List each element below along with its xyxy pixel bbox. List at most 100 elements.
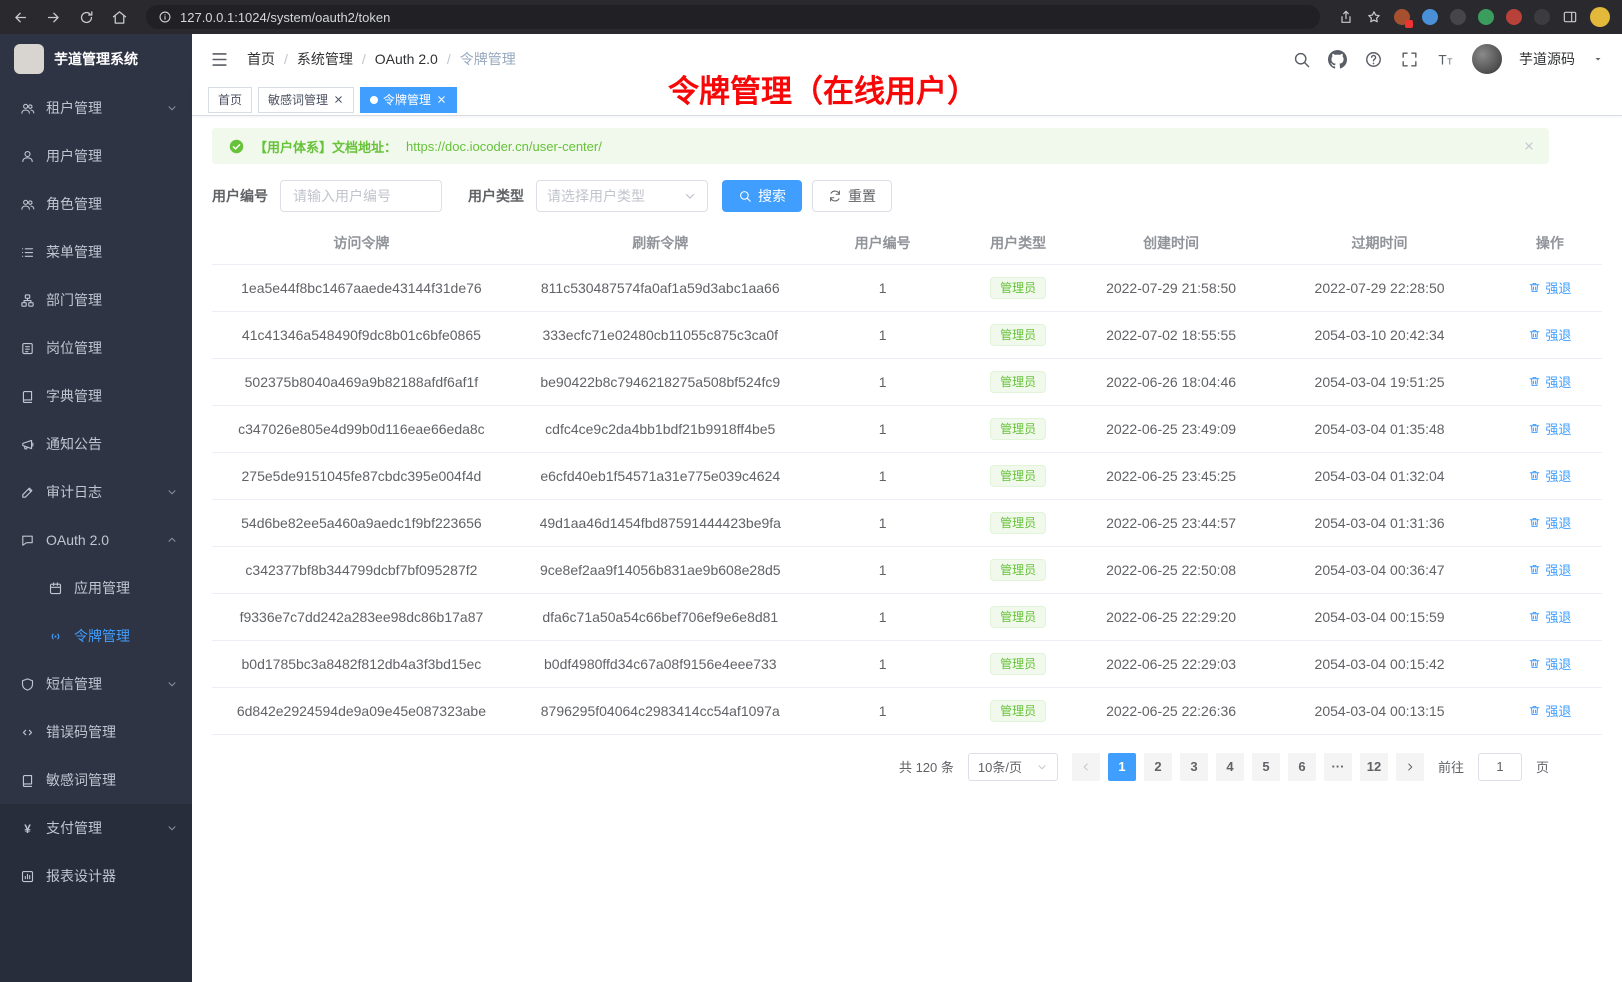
tab-label: 首页 — [218, 91, 242, 108]
user-type-cell: 管理员 — [956, 405, 1081, 452]
pagination-more-button[interactable]: ··· — [1324, 753, 1352, 781]
user-type-tag: 管理员 — [990, 324, 1046, 346]
close-icon[interactable] — [333, 94, 344, 105]
home-icon[interactable] — [111, 9, 128, 26]
sidebar-item-role[interactable]: 角色管理 — [0, 180, 192, 228]
user-type-tag: 管理员 — [990, 512, 1046, 534]
tab-home[interactable]: 首页 — [208, 87, 252, 113]
force-logout-button[interactable]: 强退 — [1528, 372, 1571, 391]
breadcrumb-item-oauth2[interactable]: OAuth 2.0 — [375, 51, 438, 67]
breadcrumb-item-system[interactable]: 系统管理 — [297, 49, 353, 69]
address-bar[interactable]: 127.0.0.1:1024/system/oauth2/token — [146, 5, 1320, 29]
page-button-4[interactable]: 4 — [1216, 753, 1244, 781]
sidebar-item-error-code[interactable]: 错误码管理 — [0, 708, 192, 756]
browser-profile-avatar[interactable] — [1590, 7, 1610, 27]
sidebar-fold-icon[interactable] — [210, 50, 229, 69]
force-logout-button[interactable]: 强退 — [1528, 607, 1571, 626]
refresh-token-cell: 333ecfc71e02480cb11055c875c3ca0f — [511, 311, 810, 358]
page-button-6[interactable]: 6 — [1288, 753, 1316, 781]
sidebar-item-sms[interactable]: 短信管理 — [0, 660, 192, 708]
sidebar-item-label: 岗位管理 — [46, 338, 178, 358]
sidebar-item-label: OAuth 2.0 — [46, 532, 155, 548]
force-logout-button[interactable]: 强退 — [1528, 466, 1571, 485]
success-check-icon — [228, 138, 245, 155]
user-type-cell: 管理员 — [956, 687, 1081, 734]
tab-token-management[interactable]: 令牌管理 — [360, 87, 457, 113]
split-view-icon[interactable] — [1562, 9, 1578, 25]
chevron-up-icon — [166, 534, 178, 546]
search-icon[interactable] — [1292, 50, 1311, 69]
goto-page-input[interactable] — [1478, 753, 1522, 781]
force-logout-label: 强退 — [1545, 372, 1571, 391]
extension-gray-icon[interactable] — [1534, 9, 1550, 25]
breadcrumb-item-home[interactable]: 首页 — [247, 49, 275, 69]
sidebar-item-oauth2-token[interactable]: 令牌管理 — [0, 612, 192, 660]
back-icon[interactable] — [12, 9, 29, 26]
sidebar-item-dept[interactable]: 部门管理 — [0, 276, 192, 324]
tab-sensitive-word[interactable]: 敏感词管理 — [258, 87, 354, 113]
user-id-input[interactable] — [280, 180, 442, 212]
sidebar-item-user[interactable]: 用户管理 — [0, 132, 192, 180]
sidebar-item-sensitive-word[interactable]: 敏感词管理 — [0, 756, 192, 804]
search-button[interactable]: 搜索 — [722, 180, 802, 212]
extension-blue-icon[interactable] — [1422, 9, 1438, 25]
page-button-12[interactable]: 12 — [1360, 753, 1388, 781]
user-type-select[interactable]: 请选择用户类型 — [536, 180, 708, 212]
user-avatar[interactable] — [1472, 44, 1502, 74]
table-row: 6d842e2924594de9a09e45e087323abe 8796295… — [212, 687, 1602, 734]
force-logout-button[interactable]: 强退 — [1528, 560, 1571, 579]
sidebar-item-oauth2-app[interactable]: 应用管理 — [0, 564, 192, 612]
extension-dark-icon[interactable] — [1450, 9, 1466, 25]
next-page-button[interactable] — [1396, 753, 1424, 781]
force-logout-button[interactable]: 强退 — [1528, 654, 1571, 673]
github-icon[interactable] — [1328, 50, 1347, 69]
forward-icon[interactable] — [45, 9, 62, 26]
help-icon[interactable] — [1364, 50, 1383, 69]
sidebar-item-report-designer[interactable]: 报表设计器 — [0, 852, 192, 900]
extension-badge-icon[interactable] — [1394, 9, 1410, 25]
col-created-time: 创建时间 — [1081, 222, 1262, 264]
reload-icon[interactable] — [78, 9, 95, 26]
force-logout-button[interactable]: 强退 — [1528, 278, 1571, 297]
breadcrumb-separator: / — [284, 51, 288, 67]
user-id-cell: 1 — [810, 358, 956, 405]
extension-green-icon[interactable] — [1478, 9, 1494, 25]
app-logo-row[interactable]: 芋道管理系统 — [0, 34, 192, 84]
sidebar-item-tenant[interactable]: 租户管理 — [0, 84, 192, 132]
alert-close-icon[interactable] — [1523, 140, 1535, 152]
sidebar-item-menu[interactable]: 菜单管理 — [0, 228, 192, 276]
page-button-5[interactable]: 5 — [1252, 753, 1280, 781]
sidebar-item-notice[interactable]: 通知公告 — [0, 420, 192, 468]
search-form: 用户编号 用户类型 请选择用户类型 搜索 重置 — [212, 180, 1602, 212]
doc-link[interactable]: https://doc.iocoder.cn/user-center/ — [406, 139, 602, 154]
page-size-select[interactable]: 10条/页 — [968, 753, 1058, 781]
prev-page-button[interactable] — [1072, 753, 1100, 781]
signal-icon — [48, 629, 63, 644]
extension-red-icon[interactable] — [1506, 9, 1522, 25]
user-menu-caret-icon[interactable] — [1592, 53, 1604, 65]
share-icon[interactable] — [1338, 9, 1354, 25]
force-logout-button[interactable]: 强退 — [1528, 701, 1571, 720]
site-info-icon[interactable] — [158, 10, 172, 24]
sidebar-item-pay[interactable]: 支付管理 — [0, 804, 192, 852]
sidebar-item-post[interactable]: 岗位管理 — [0, 324, 192, 372]
fullscreen-icon[interactable] — [1400, 50, 1419, 69]
star-icon[interactable] — [1366, 9, 1382, 25]
user-name[interactable]: 芋道源码 — [1519, 49, 1575, 69]
font-size-icon[interactable] — [1436, 50, 1455, 69]
access-token-cell: 41c41346a548490f9dc8b01c6bfe0865 — [212, 311, 511, 358]
page-button-2[interactable]: 2 — [1144, 753, 1172, 781]
sidebar-item-label: 租户管理 — [46, 98, 155, 118]
force-logout-button[interactable]: 强退 — [1528, 419, 1571, 438]
user-id-cell: 1 — [810, 499, 956, 546]
page-button-1[interactable]: 1 — [1108, 753, 1136, 781]
page-button-3[interactable]: 3 — [1180, 753, 1208, 781]
reset-button[interactable]: 重置 — [812, 180, 892, 212]
sidebar-item-dict[interactable]: 字典管理 — [0, 372, 192, 420]
sidebar-item-audit-log[interactable]: 审计日志 — [0, 468, 192, 516]
force-logout-button[interactable]: 强退 — [1528, 513, 1571, 532]
close-icon[interactable] — [436, 94, 447, 105]
sidebar-item-oauth2[interactable]: OAuth 2.0 — [0, 516, 192, 564]
force-logout-button[interactable]: 强退 — [1528, 325, 1571, 344]
expire-time-cell: 2054-03-10 20:42:34 — [1261, 311, 1497, 358]
